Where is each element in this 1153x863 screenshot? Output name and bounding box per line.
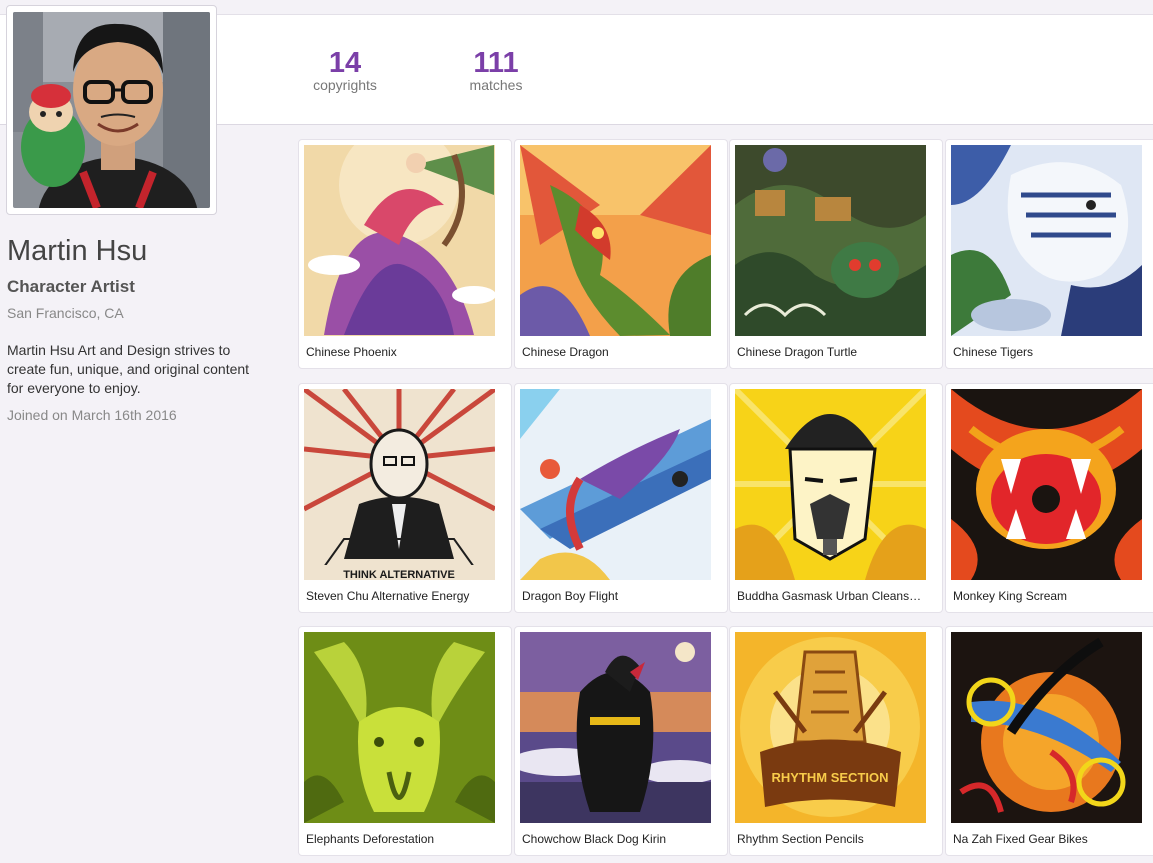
- artwork-title[interactable]: Chinese Phoenix: [304, 345, 504, 363]
- artwork-title[interactable]: Monkey King Scream: [951, 589, 1151, 607]
- artwork-card[interactable]: THINK ALTERNATIVE Steven Chu Alternative…: [298, 383, 512, 613]
- profile-bio: Martin Hsu Art and Design strives to cre…: [7, 342, 250, 396]
- copyrights-stat[interactable]: 14 copyrights: [300, 48, 390, 93]
- artwork-card[interactable]: Chinese Tigers: [945, 139, 1153, 369]
- matches-stat[interactable]: 111 matches: [451, 48, 541, 93]
- copyrights-label: copyrights: [313, 77, 377, 93]
- artwork-card[interactable]: RHYTHM SECTION Rhythm Section Pencils: [729, 626, 943, 856]
- artwork-title[interactable]: Chinese Tigers: [951, 345, 1151, 363]
- artwork-title[interactable]: Chowchow Black Dog Kirin: [520, 832, 720, 850]
- profile-joined-date: Joined on March 16th 2016: [7, 407, 177, 423]
- artwork-title[interactable]: Buddha Gasmask Urban Cleans…: [735, 589, 935, 607]
- matches-count: 111: [473, 47, 519, 79]
- artwork-card[interactable]: Monkey King Scream: [945, 383, 1153, 613]
- copyrights-count: 14: [328, 47, 362, 79]
- artwork-title[interactable]: Chinese Dragon: [520, 345, 720, 363]
- artwork-thumbnail[interactable]: [520, 389, 711, 580]
- poster-text: THINK ALTERNATIVE: [343, 569, 455, 580]
- artwork-title[interactable]: Rhythm Section Pencils: [735, 832, 935, 850]
- artwork-thumbnail[interactable]: [951, 632, 1142, 823]
- artwork-title[interactable]: Na Zah Fixed Gear Bikes: [951, 832, 1151, 850]
- profile-info: Martin Hsu Character Artist San Francisc…: [7, 233, 267, 424]
- poster-text: RHYTHM SECTION: [772, 770, 889, 785]
- artwork-card[interactable]: Elephants Deforestation: [298, 626, 512, 856]
- artwork-thumbnail[interactable]: THINK ALTERNATIVE: [304, 389, 495, 580]
- artwork-thumbnail[interactable]: RHYTHM SECTION: [735, 632, 926, 823]
- artwork-thumbnail[interactable]: [304, 632, 495, 823]
- artwork-card[interactable]: Dragon Boy Flight: [514, 383, 728, 613]
- artwork-title[interactable]: Steven Chu Alternative Energy: [304, 589, 504, 607]
- artwork-title[interactable]: Chinese Dragon Turtle: [735, 345, 935, 363]
- avatar[interactable]: [6, 5, 217, 215]
- artwork-card[interactable]: Na Zah Fixed Gear Bikes: [945, 626, 1153, 856]
- artwork-title[interactable]: Elephants Deforestation: [304, 832, 504, 850]
- profile-name: Martin Hsu: [7, 235, 148, 267]
- artwork-card[interactable]: Chinese Phoenix: [298, 139, 512, 369]
- artwork-thumbnail[interactable]: [735, 145, 926, 336]
- artwork-card[interactable]: Chinese Dragon Turtle: [729, 139, 943, 369]
- artwork-thumbnail[interactable]: [735, 389, 926, 580]
- artwork-thumbnail[interactable]: [304, 145, 495, 336]
- artwork-card[interactable]: Chinese Dragon: [514, 139, 728, 369]
- artwork-thumbnail[interactable]: [520, 632, 711, 823]
- profile-location: San Francisco, CA: [7, 305, 124, 321]
- artwork-card[interactable]: Chowchow Black Dog Kirin: [514, 626, 728, 856]
- artwork-card[interactable]: Buddha Gasmask Urban Cleans…: [729, 383, 943, 613]
- avatar-photo: [13, 12, 210, 208]
- profile-title: Character Artist: [7, 277, 135, 296]
- matches-label: matches: [469, 77, 523, 93]
- artwork-thumbnail[interactable]: [520, 145, 711, 336]
- artwork-thumbnail[interactable]: [951, 145, 1142, 336]
- artwork-thumbnail[interactable]: [951, 389, 1142, 580]
- artwork-title[interactable]: Dragon Boy Flight: [520, 589, 720, 607]
